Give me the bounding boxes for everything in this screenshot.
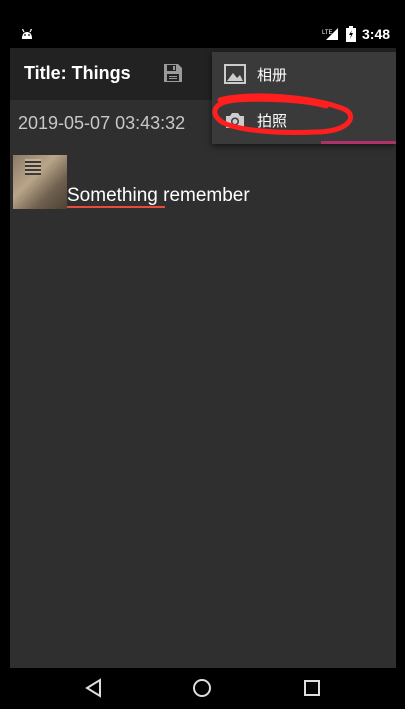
menu-item-camera[interactable]: 拍照	[212, 98, 396, 144]
back-icon	[85, 678, 101, 698]
status-time: 3:48	[362, 26, 391, 42]
lte-signal-icon: LTE	[322, 26, 340, 47]
status-bar: LTE 3:48	[10, 22, 396, 48]
recents-icon	[304, 680, 320, 696]
menu-item-album[interactable]: 相册	[212, 52, 396, 98]
home-button[interactable]	[192, 678, 214, 700]
menu-item-label: 拍照	[257, 113, 288, 130]
android-icon	[20, 27, 34, 46]
camera-icon	[224, 109, 246, 136]
note-date[interactable]: 2019-05-07 03:43:32	[18, 113, 185, 134]
save-button[interactable]	[162, 62, 186, 86]
svg-text:LTE: LTE	[322, 30, 333, 36]
menu-item-label: 相册	[257, 67, 288, 84]
photo-source-menu: 相册 拍照	[212, 52, 396, 144]
system-nav-bar	[0, 668, 405, 709]
recents-button[interactable]	[302, 678, 324, 700]
spellcheck-underline	[67, 206, 165, 208]
phone-screen: LTE 3:48 Title: Things 2019-05-07 03:43:…	[0, 0, 405, 709]
note-text-field[interactable]: Something remember	[67, 185, 250, 207]
back-button[interactable]	[84, 678, 106, 700]
thumbnail-detail	[25, 159, 41, 175]
save-icon	[164, 64, 182, 82]
image-icon	[224, 63, 246, 90]
home-icon	[193, 679, 211, 697]
battery-icon	[346, 26, 356, 47]
note-content: 2019-05-07 03:43:32 Something remember	[10, 100, 396, 668]
photo-thumbnail[interactable]	[13, 155, 67, 209]
page-title: Title: Things	[24, 63, 131, 83]
accent-indicator	[321, 141, 396, 144]
